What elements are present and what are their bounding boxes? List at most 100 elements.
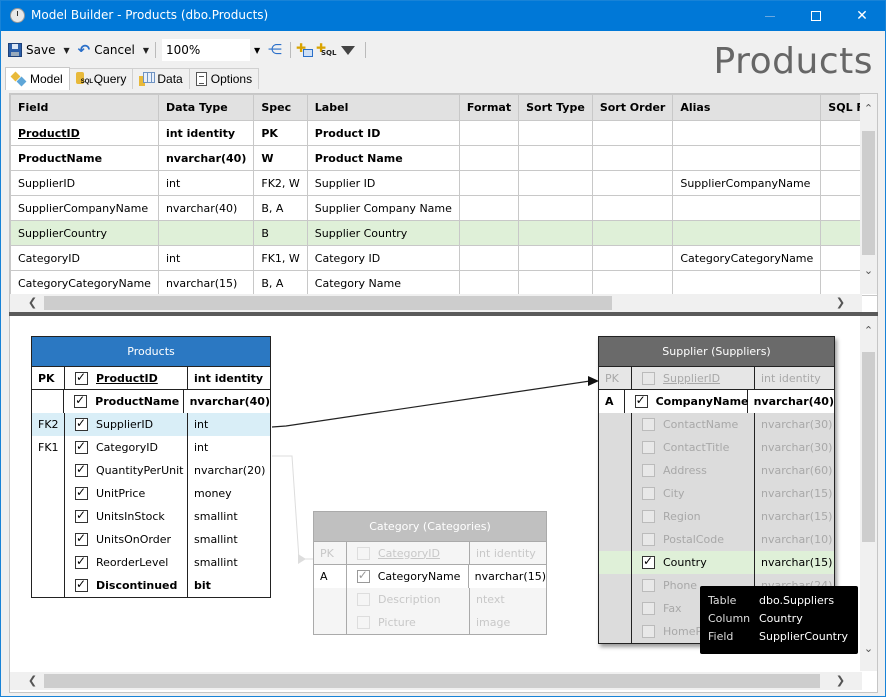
field-checkbox[interactable] [74,393,88,408]
entity-field-row[interactable]: City nvarchar(15) [599,482,834,505]
table-row[interactable]: ProductName nvarchar(40) W Product Name [10,145,877,171]
cell-data-type[interactable] [157,220,255,246]
table-row[interactable]: CategoryID int FK1, W Category ID CategoryCa… [10,245,877,271]
field-checkbox[interactable] [75,577,88,592]
field-checkbox[interactable] [642,510,655,523]
cell-sort-type[interactable] [518,245,593,271]
field-checkbox[interactable] [642,464,655,477]
field-checkbox[interactable] [634,393,648,408]
entity-header[interactable]: Category (Categories) [314,512,546,542]
cell-sort-order[interactable] [591,120,674,146]
entity-field-row[interactable]: FK2 SupplierID int [32,413,270,436]
cell-alias[interactable] [672,195,822,221]
cell-alias[interactable]: SupplierCompanyName [672,170,822,196]
cell-label[interactable]: Supplier Country [306,220,460,246]
filter-icon[interactable] [341,45,356,55]
cell-spec[interactable]: B, A [253,195,308,221]
table-row[interactable]: SupplierCompanyName nvarchar(40) B, A Suppl… [10,195,877,221]
cell-format[interactable] [458,220,520,246]
cell-data-type[interactable]: nvarchar(40) [157,195,255,221]
cell-spec[interactable]: FK2, W [253,170,308,196]
entity-field-row[interactable]: Description ntext [314,588,546,611]
entity-field-row[interactable]: A CompanyName nvarchar(40) [599,390,834,413]
scroll-left-icon[interactable]: ❮ [24,674,41,687]
entity-field-row[interactable]: Country nvarchar(15) [599,551,834,574]
field-checkbox[interactable] [642,579,655,592]
field-checkbox[interactable] [75,439,88,454]
entity-field-row[interactable]: QuantityPerUnit nvarchar(20) [32,459,270,482]
scroll-left-icon[interactable]: ❮ [24,296,41,309]
cancel-button[interactable]: ↶ Cancel ▼ [76,39,151,61]
scroll-down-icon[interactable]: ⌄ [860,264,877,277]
field-checkbox[interactable] [75,462,88,477]
entity-field-row[interactable]: UnitsInStock smallint [32,505,270,528]
scroll-right-icon[interactable]: ❯ [832,296,849,309]
column-header-label[interactable]: Label [306,94,460,121]
cell-data-type[interactable]: int identity [157,120,255,146]
tab-model[interactable]: Model [5,67,70,90]
cell-format[interactable] [458,195,520,221]
column-header-sort-order[interactable]: Sort Order [591,94,674,121]
field-checkbox[interactable] [642,371,655,385]
cell-label[interactable]: Product Name [306,145,460,171]
field-checkbox[interactable] [357,546,370,560]
table-row[interactable]: CategoryCategoryName nvarchar(15) B, A Cate… [10,270,877,296]
cell-spec[interactable]: FK1, W [253,245,308,271]
table-row[interactable]: SupplierCountry B Supplier Country [10,220,877,246]
grid-horizontal-scrollbar[interactable]: ❮ ❯ [10,294,862,312]
scrollbar-thumb[interactable] [44,296,612,310]
cell-format[interactable] [458,170,520,196]
entity-field-row[interactable]: ReorderLevel smallint [32,551,270,574]
cell-field[interactable]: CategoryID [10,245,159,271]
save-dropdown-icon[interactable]: ▼ [63,46,69,55]
grid-vertical-scrollbar[interactable]: ⌃ ⌄ [860,94,877,294]
column-header-spec[interactable]: Spec [253,94,308,121]
cell-field[interactable]: SupplierCompanyName [10,195,159,221]
entity-field-row[interactable]: Address nvarchar(60) [599,459,834,482]
add-sql-icon[interactable]: ✚ SQL [315,41,336,59]
cell-label[interactable]: Category Name [306,270,460,296]
field-checkbox[interactable] [642,533,655,546]
scroll-right-icon[interactable]: ❯ [832,674,849,687]
field-checkbox[interactable] [357,593,370,606]
scroll-down-icon[interactable]: ⌄ [860,642,877,655]
close-button[interactable]: ✕ [839,1,885,31]
entity-header[interactable]: Supplier (Suppliers) [599,337,834,367]
cell-format[interactable] [458,270,520,296]
cell-sort-type[interactable] [518,170,593,196]
column-header-sort-type[interactable]: Sort Type [518,94,593,121]
cell-sort-order[interactable] [591,270,674,296]
field-checkbox[interactable] [75,508,88,523]
cell-data-type[interactable]: int [157,170,255,196]
tab-options[interactable]: Options [188,68,260,89]
cell-spec[interactable]: W [253,145,308,171]
entity-field-row[interactable]: PK CategoryID int identity [314,542,546,565]
field-checkbox[interactable] [642,554,655,569]
column-header-data-type[interactable]: Data Type [157,94,255,121]
scrollbar-thumb[interactable] [44,674,820,688]
entity-field-row[interactable]: Region nvarchar(15) [599,505,834,528]
entity-field-row[interactable]: ContactName nvarchar(30) [599,413,834,436]
cell-label[interactable]: Category ID [306,245,460,271]
field-checkbox[interactable] [75,554,88,569]
cell-alias[interactable] [672,145,822,171]
scroll-up-icon[interactable]: ⌃ [860,324,877,337]
entity-field-row[interactable]: PK SupplierID int identity [599,367,834,390]
field-checkbox[interactable] [642,602,655,615]
cell-field[interactable]: ProductName [10,145,159,171]
entity-field-row[interactable]: UnitsOnOrder smallint [32,528,270,551]
field-checkbox[interactable] [75,485,88,500]
cell-spec[interactable]: B [253,220,308,246]
cell-sort-order[interactable] [591,195,674,221]
entity-field-row[interactable]: PK ProductID int identity [32,367,270,390]
scroll-up-icon[interactable]: ⌃ [860,102,877,115]
entity-field-row[interactable]: UnitPrice money [32,482,270,505]
add-table-icon[interactable]: ✚ [295,41,315,59]
entity-field-row[interactable]: A CategoryName nvarchar(15) [314,565,546,588]
field-checkbox[interactable] [356,568,370,583]
table-row[interactable]: ProductID int identity PK Product ID [10,120,877,146]
diagram-vertical-scrollbar[interactable]: ⌃ ⌄ [860,316,877,671]
cell-alias[interactable] [672,270,822,296]
column-header-alias[interactable]: Alias [672,94,822,121]
cell-sort-order[interactable] [591,220,674,246]
